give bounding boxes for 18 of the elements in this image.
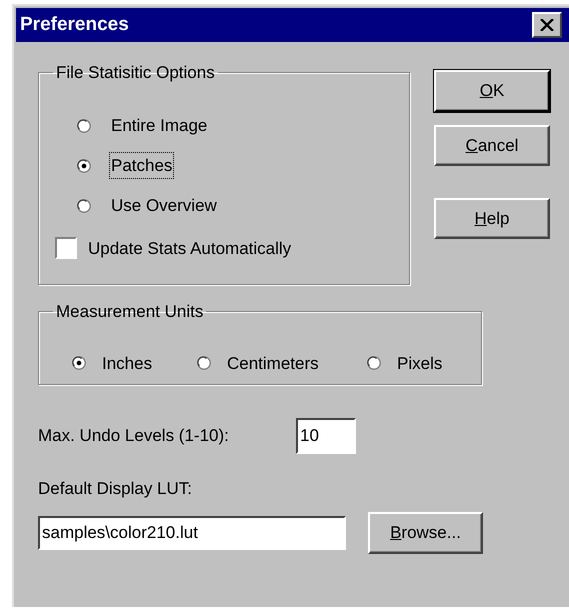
field-label: Max. Undo Levels (1-10): (38, 425, 230, 448)
radio-label: Pixels (397, 352, 442, 374)
radio-label: Patches (110, 152, 174, 178)
dialog-button[interactable]: Cancel (434, 125, 550, 166)
undo-levels-field[interactable]: 10 (296, 418, 356, 454)
lut-path-field[interactable]: samples\color210.lut (38, 516, 346, 550)
window-title: Preferences (20, 12, 129, 37)
dialog-button[interactable]: OK (434, 70, 550, 112)
field-label: Default Display LUT: (38, 478, 194, 500)
radio-label: Entire Image (110, 114, 208, 137)
group-title: Measurement Units (55, 301, 204, 323)
browse-button[interactable]: Browse... (368, 512, 483, 554)
checkbox-label: Update Stats Automatically (88, 238, 292, 260)
radio-label: Inches (102, 352, 152, 374)
radio-label: Centimeters (227, 352, 319, 374)
radio-label: Use Overview (110, 194, 218, 217)
dialog-button[interactable]: Help (434, 198, 550, 239)
group-title: File Statisitic Options (55, 62, 216, 84)
